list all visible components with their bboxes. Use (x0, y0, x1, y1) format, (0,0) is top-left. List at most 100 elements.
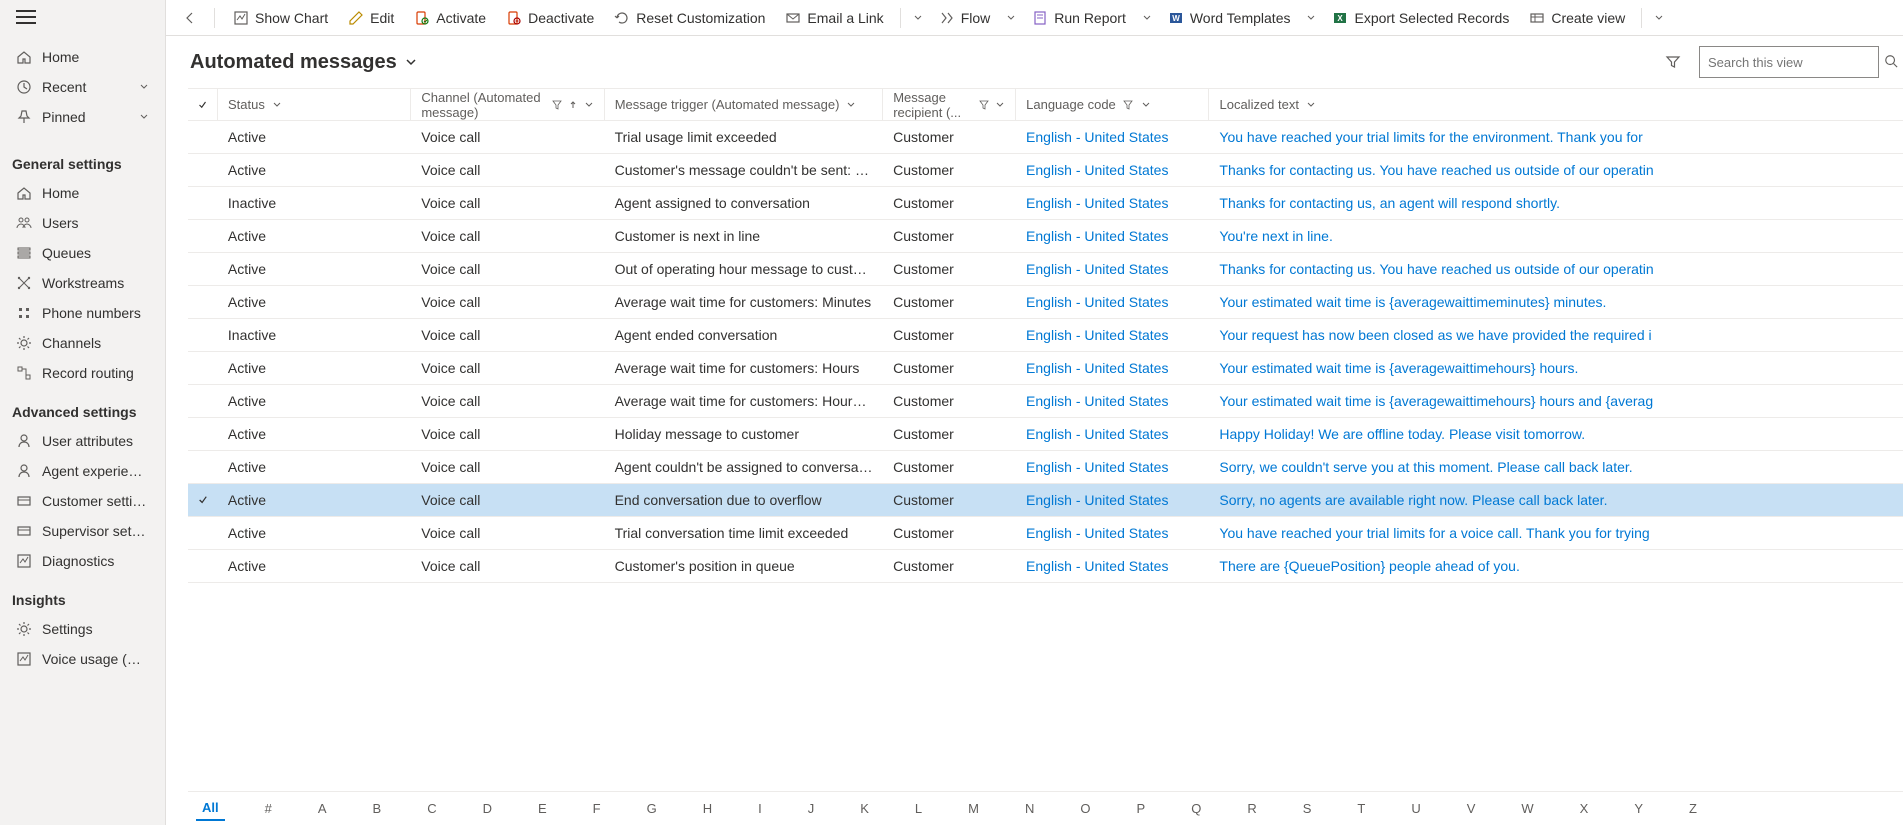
row-checkbox[interactable] (188, 296, 218, 308)
cell-language[interactable]: English - United States (1016, 525, 1209, 541)
cmd-split-dropdown[interactable] (907, 2, 929, 34)
table-row[interactable]: ActiveVoice callCustomer's message could… (188, 154, 1903, 187)
jump-N[interactable]: N (1019, 797, 1040, 820)
row-checkbox[interactable] (188, 263, 218, 275)
jump-K[interactable]: K (854, 797, 875, 820)
search-box[interactable] (1699, 46, 1879, 78)
nav-item[interactable]: Supervisor settings (0, 516, 165, 546)
nav-item[interactable]: Agent experience (0, 456, 165, 486)
nav-item[interactable]: Voice usage (Preview) (0, 644, 165, 674)
jump-B[interactable]: B (367, 797, 388, 820)
row-checkbox[interactable] (188, 131, 218, 143)
table-row[interactable]: ActiveVoice callTrial conversation time … (188, 517, 1903, 550)
cell-localized-text[interactable]: There are {QueuePosition} people ahead o… (1209, 558, 1903, 574)
column-header-recipient[interactable]: Message recipient (... (883, 89, 1016, 120)
jump-L[interactable]: L (909, 797, 928, 820)
cell-language[interactable]: English - United States (1016, 492, 1209, 508)
cmd-dropdown[interactable] (1136, 2, 1158, 34)
column-header-language[interactable]: Language code (1016, 89, 1209, 120)
cell-language[interactable]: English - United States (1016, 261, 1209, 277)
cmd-flow[interactable]: Flow (929, 2, 1001, 34)
row-checkbox[interactable] (188, 461, 218, 473)
table-row[interactable]: ActiveVoice callAverage wait time for cu… (188, 385, 1903, 418)
table-row[interactable]: InactiveVoice callAgent assigned to conv… (188, 187, 1903, 220)
column-header-status[interactable]: Status (218, 89, 411, 120)
row-checkbox[interactable] (188, 164, 218, 176)
nav-item[interactable]: Settings (0, 614, 165, 644)
jump-H[interactable]: H (697, 797, 718, 820)
cell-localized-text[interactable]: Sorry, we couldn't serve you at this mom… (1209, 459, 1903, 475)
table-row[interactable]: ActiveVoice callEnd conversation due to … (188, 484, 1903, 517)
cmd-deactivate[interactable]: Deactivate (496, 2, 604, 34)
row-checkbox[interactable] (188, 395, 218, 407)
nav-item[interactable]: Diagnostics (0, 546, 165, 576)
nav-item[interactable]: Workstreams (0, 268, 165, 298)
cmd-run-report[interactable]: Run Report (1022, 2, 1136, 34)
jump-J[interactable]: J (802, 797, 821, 820)
cell-localized-text[interactable]: Your request has now been closed as we h… (1209, 327, 1903, 343)
cell-language[interactable]: English - United States (1016, 558, 1209, 574)
jump-I[interactable]: I (752, 797, 768, 820)
search-input[interactable] (1708, 55, 1884, 70)
jump-R[interactable]: R (1241, 797, 1262, 820)
cmd-dropdown[interactable] (1000, 2, 1022, 34)
cell-language[interactable]: English - United States (1016, 195, 1209, 211)
cmd-create-view[interactable]: Create view (1519, 2, 1635, 34)
cell-language[interactable]: English - United States (1016, 228, 1209, 244)
cell-language[interactable]: English - United States (1016, 459, 1209, 475)
cell-localized-text[interactable]: Your estimated wait time is {averagewait… (1209, 360, 1903, 376)
jump-U[interactable]: U (1405, 797, 1426, 820)
jump-M[interactable]: M (962, 797, 985, 820)
cmd-show-chart[interactable]: Show Chart (223, 2, 338, 34)
table-row[interactable]: InactiveVoice callAgent ended conversati… (188, 319, 1903, 352)
nav-item[interactable]: Queues (0, 238, 165, 268)
nav-item[interactable]: Users (0, 208, 165, 238)
nav-item[interactable]: User attributes (0, 426, 165, 456)
jump-G[interactable]: G (641, 797, 663, 820)
nav-item[interactable]: Customer settings (0, 486, 165, 516)
cmd-dropdown[interactable] (1300, 2, 1322, 34)
nav-item[interactable]: Phone numbers (0, 298, 165, 328)
cell-language[interactable]: English - United States (1016, 327, 1209, 343)
jump-Z[interactable]: Z (1683, 797, 1703, 820)
table-row[interactable]: ActiveVoice callHoliday message to custo… (188, 418, 1903, 451)
cmd-activate[interactable]: Activate (404, 2, 496, 34)
table-row[interactable]: ActiveVoice callAverage wait time for cu… (188, 352, 1903, 385)
cell-language[interactable]: English - United States (1016, 360, 1209, 376)
cell-localized-text[interactable]: You have reached your trial limits for t… (1209, 129, 1903, 145)
nav-item[interactable]: Channels (0, 328, 165, 358)
jump-D[interactable]: D (477, 797, 498, 820)
cmd-word-templates[interactable]: WWord Templates (1158, 2, 1301, 34)
column-header-trigger[interactable]: Message trigger (Automated message) (605, 89, 884, 120)
jump-W[interactable]: W (1515, 797, 1539, 820)
column-header-localized-text[interactable]: Localized text (1209, 89, 1903, 120)
cell-language[interactable]: English - United States (1016, 393, 1209, 409)
table-row[interactable]: ActiveVoice callAverage wait time for cu… (188, 286, 1903, 319)
cell-localized-text[interactable]: Thanks for contacting us, an agent will … (1209, 195, 1903, 211)
jump-Q[interactable]: Q (1185, 797, 1207, 820)
jump-Y[interactable]: Y (1628, 797, 1649, 820)
nav-recent[interactable]: Recent (0, 72, 165, 102)
jump-All[interactable]: All (196, 796, 225, 821)
table-row[interactable]: ActiveVoice callTrial usage limit exceed… (188, 121, 1903, 154)
cmd-email-a-link[interactable]: Email a Link (775, 2, 893, 34)
cell-localized-text[interactable]: Sorry, no agents are available right now… (1209, 492, 1903, 508)
table-row[interactable]: ActiveVoice callAgent couldn't be assign… (188, 451, 1903, 484)
cell-localized-text[interactable]: Your estimated wait time is {averagewait… (1209, 393, 1903, 409)
row-checkbox[interactable] (188, 527, 218, 539)
back-button[interactable] (174, 2, 206, 34)
nav-pinned[interactable]: Pinned (0, 102, 165, 132)
cell-language[interactable]: English - United States (1016, 129, 1209, 145)
table-row[interactable]: ActiveVoice callOut of operating hour me… (188, 253, 1903, 286)
jump-T[interactable]: T (1351, 797, 1371, 820)
jump-E[interactable]: E (532, 797, 553, 820)
table-row[interactable]: ActiveVoice callCustomer's position in q… (188, 550, 1903, 583)
nav-home[interactable]: Home (0, 42, 165, 72)
row-checkbox[interactable] (188, 197, 218, 209)
nav-item[interactable]: Record routing (0, 358, 165, 388)
cell-localized-text[interactable]: Thanks for contacting us. You have reach… (1209, 261, 1903, 277)
view-selector-dropdown[interactable] (405, 56, 417, 68)
cell-localized-text[interactable]: Your estimated wait time is {averagewait… (1209, 294, 1903, 310)
jump-C[interactable]: C (421, 797, 442, 820)
row-checkbox[interactable] (188, 230, 218, 242)
